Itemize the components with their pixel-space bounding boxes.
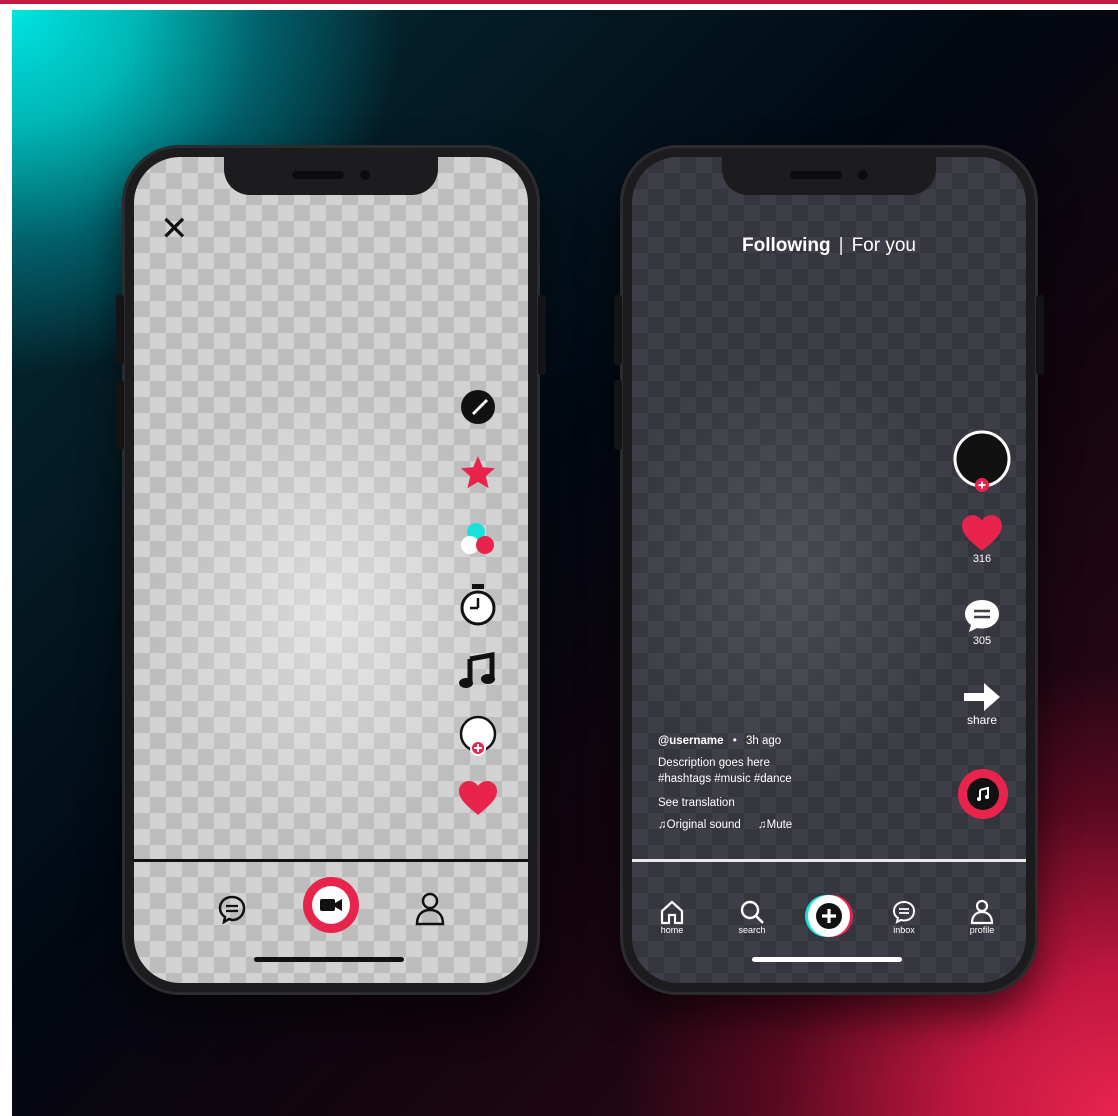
beauty-icon[interactable] xyxy=(456,714,500,758)
home-indicator xyxy=(752,957,902,962)
flip-camera-icon[interactable] xyxy=(456,385,500,429)
tab-for-you[interactable]: For you xyxy=(852,235,916,256)
sound-row: ♫Original sound ♫Mute xyxy=(658,817,878,833)
comments-count: 305 xyxy=(972,635,992,647)
speaker xyxy=(292,171,344,179)
artwork-canvas: ✕ Following | For you 316 305 share @use… xyxy=(0,0,1118,1116)
front-camera xyxy=(858,170,868,180)
username[interactable]: @username xyxy=(658,735,724,747)
original-sound-link[interactable]: ♫Original sound xyxy=(658,819,741,831)
search-icon xyxy=(740,900,764,924)
power-button xyxy=(538,295,546,375)
nav-home[interactable]: home xyxy=(644,899,700,935)
side-button xyxy=(116,295,124,365)
home-icon xyxy=(660,900,684,925)
timer-icon[interactable] xyxy=(456,582,500,626)
nav-search[interactable]: search xyxy=(724,899,780,935)
share-label: share xyxy=(966,713,998,727)
nav-profile[interactable]: profile xyxy=(954,899,1010,935)
power-button xyxy=(1036,295,1044,375)
music-disc[interactable] xyxy=(958,769,1008,819)
speaker xyxy=(790,171,842,179)
nav-search-label: search xyxy=(738,925,766,935)
video-camera-icon xyxy=(320,899,342,911)
notch xyxy=(224,157,438,195)
caption-header: @username • 3h ago xyxy=(658,733,878,749)
record-inner xyxy=(312,886,350,924)
nav-profile-label: profile xyxy=(969,925,995,935)
profile-icon[interactable] xyxy=(410,889,450,929)
star-effects-icon[interactable] xyxy=(456,450,500,494)
tab-following[interactable]: Following xyxy=(742,235,831,256)
video-feed: Following | For you 316 305 share @usern… xyxy=(632,157,1026,983)
front-camera xyxy=(360,170,370,180)
notch xyxy=(722,157,936,195)
profile-icon xyxy=(970,899,994,925)
phone-feed-screen: Following | For you 316 305 share @usern… xyxy=(614,145,1044,995)
plus-button-shape xyxy=(808,895,850,937)
bottom-divider xyxy=(632,859,1026,862)
home-indicator xyxy=(254,957,404,962)
filters-icon[interactable] xyxy=(456,517,500,561)
dot-separator: • xyxy=(732,735,737,747)
record-video-button[interactable] xyxy=(303,877,359,933)
side-button xyxy=(116,380,124,450)
bottom-divider xyxy=(134,859,528,862)
mute-button[interactable]: ♫Mute xyxy=(758,819,792,831)
disc-inner xyxy=(967,778,999,810)
inbox-icon xyxy=(892,900,916,924)
like-action[interactable]: 316 xyxy=(950,515,1014,565)
nav-inbox[interactable]: inbox xyxy=(876,899,932,935)
tab-separator: | xyxy=(838,235,844,256)
share-arrow-icon xyxy=(964,683,1000,711)
create-button[interactable] xyxy=(808,895,850,937)
music-note-icon xyxy=(977,787,989,801)
heart-icon[interactable] xyxy=(456,777,500,821)
top-accent-line xyxy=(0,0,1118,4)
comment-action[interactable]: 305 xyxy=(950,597,1014,647)
nav-inbox-label: inbox xyxy=(893,925,915,935)
comment-icon xyxy=(965,600,999,632)
feed-tabs: Following | For you xyxy=(632,235,1026,257)
chat-icon[interactable] xyxy=(212,889,252,929)
description: Description goes here xyxy=(658,757,770,769)
time-ago: 3h ago xyxy=(745,735,782,747)
camera-preview: ✕ xyxy=(134,157,528,983)
nav-home-label: home xyxy=(660,925,684,935)
video-caption: @username • 3h ago Description goes here… xyxy=(658,733,878,833)
side-button xyxy=(614,380,622,450)
hashtags[interactable]: #hashtags #music #dance xyxy=(658,771,878,787)
share-action[interactable]: share xyxy=(950,679,1014,727)
creator-avatar[interactable] xyxy=(950,429,1014,493)
close-icon[interactable]: ✕ xyxy=(160,212,189,246)
plus-icon xyxy=(816,903,842,929)
phone-camera-screen: ✕ xyxy=(116,145,546,995)
side-button xyxy=(614,295,622,365)
music-note-icon[interactable] xyxy=(456,649,500,693)
heart-icon xyxy=(962,515,1002,551)
see-translation-link[interactable]: See translation xyxy=(658,795,878,811)
likes-count: 316 xyxy=(972,553,992,565)
